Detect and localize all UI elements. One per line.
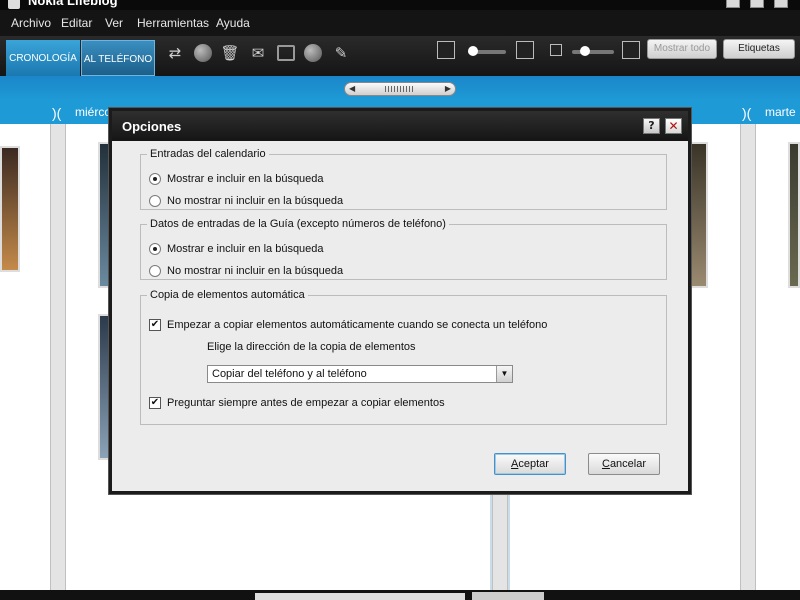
cancel-mnemonic: C xyxy=(601,458,610,470)
photo-thumbnail[interactable] xyxy=(688,142,708,288)
menu-bar: Archivo Editar Ver Herramientas Ayuda xyxy=(0,10,800,36)
mostrar-todo-button[interactable]: Mostrar todo xyxy=(647,39,717,59)
dialog-title-bar: Opciones ? ✕ xyxy=(112,111,688,141)
toolbar: CRONOLOGÍA AL TELÉFONO ⇄ 🗑 ✉ ✎ Mostrar t… xyxy=(0,36,800,76)
status-bar xyxy=(0,590,800,600)
group-auto-copy: Copia de elementos automática ✔ Empezar … xyxy=(140,289,667,425)
calendar-hide-option[interactable]: No mostrar ni incluir en la búsqueda xyxy=(149,195,343,207)
window-title: Nokia Lifeblog xyxy=(28,0,118,8)
direction-select[interactable]: Copiar del teléfono y al teléfono ▼ xyxy=(207,365,513,383)
grid-view-icon[interactable] xyxy=(437,41,455,59)
ask-before-option[interactable]: ✔ Preguntar siempre antes de empezar a c… xyxy=(149,397,445,409)
menu-editar[interactable]: Editar xyxy=(61,16,92,30)
menu-herramientas[interactable]: Herramientas xyxy=(137,16,209,30)
group-auto-copy-legend: Copia de elementos automática xyxy=(150,289,305,301)
scroll-left-icon[interactable]: ◀ xyxy=(349,84,355,93)
expand-day-icon[interactable]: )( xyxy=(52,105,61,121)
accept-button[interactable]: Aceptar xyxy=(494,453,566,475)
trash-icon[interactable]: 🗑 xyxy=(219,42,241,64)
dialog-title: Opciones xyxy=(122,119,182,134)
menu-archivo[interactable]: Archivo xyxy=(11,16,51,30)
scrubber-grip[interactable] xyxy=(385,86,415,92)
group-calendar: Entradas del calendario Mostrar e inclui… xyxy=(140,148,667,210)
slider-knob[interactable] xyxy=(468,46,478,56)
auto-copy-checkbox[interactable]: ✔ xyxy=(149,319,161,331)
maximize-button[interactable] xyxy=(750,0,764,8)
print-icon[interactable] xyxy=(275,42,297,64)
direction-select-value: Copiar del teléfono y al teléfono xyxy=(212,368,367,380)
mail-icon[interactable]: ✉ xyxy=(247,42,269,64)
calendar-show-option[interactable]: Mostrar e incluir en la búsqueda xyxy=(149,173,324,185)
close-dialog-button[interactable]: ✕ xyxy=(665,118,682,134)
scroll-right-icon[interactable]: ▶ xyxy=(445,84,451,93)
blog-disc-icon[interactable] xyxy=(192,42,214,64)
group-guide-legend: Datos de entradas de la Guía (excepto nú… xyxy=(150,218,446,230)
guide-show-option[interactable]: Mostrar e incluir en la búsqueda xyxy=(149,243,324,255)
expand-day-icon[interactable]: )( xyxy=(742,105,751,121)
ask-before-label: Preguntar siempre antes de empezar a cop… xyxy=(167,397,445,409)
help-button[interactable]: ? xyxy=(643,118,660,134)
slider-knob[interactable] xyxy=(580,46,590,56)
timeline-scrubber[interactable]: ◀ ▶ xyxy=(344,82,456,96)
lifeblog-window: Nokia Lifeblog Archivo Editar Ver Herram… xyxy=(0,0,800,600)
column-divider xyxy=(740,124,756,590)
expand-view-icon[interactable] xyxy=(516,41,534,59)
day-label-right: marte xyxy=(765,105,796,119)
radio-unselected[interactable] xyxy=(149,195,161,207)
search-box[interactable] xyxy=(255,593,465,600)
close-window-button[interactable] xyxy=(774,0,788,8)
etiquetas-button[interactable]: Etiquetas xyxy=(723,39,795,59)
radio-unselected[interactable] xyxy=(149,265,161,277)
radio-selected[interactable] xyxy=(149,243,161,255)
photo-thumbnail[interactable] xyxy=(788,142,800,288)
minimize-button[interactable] xyxy=(726,0,740,8)
calendar-hide-label: No mostrar ni incluir en la búsqueda xyxy=(167,195,344,207)
grid-size-slider[interactable] xyxy=(468,46,506,56)
accept-label: ceptar xyxy=(518,458,549,470)
ask-before-checkbox[interactable]: ✔ xyxy=(149,397,161,409)
cancel-label: ancelar xyxy=(609,458,647,470)
globe-icon[interactable] xyxy=(302,42,324,64)
guide-hide-option[interactable]: No mostrar ni incluir en la búsqueda xyxy=(149,265,343,277)
auto-copy-option[interactable]: ✔ Empezar a copiar elementos automáticam… xyxy=(149,319,547,331)
small-image-icon[interactable] xyxy=(550,44,562,56)
options-dialog: Opciones ? ✕ Entradas del calendario Mos… xyxy=(109,108,691,494)
tab-cronologia[interactable]: CRONOLOGÍA xyxy=(6,40,80,76)
sync-arrows-icon[interactable]: ⇄ xyxy=(164,42,186,64)
photo-thumbnail[interactable] xyxy=(0,146,20,272)
guide-show-label: Mostrar e incluir en la búsqueda xyxy=(167,243,324,255)
calendar-show-label: Mostrar e incluir en la búsqueda xyxy=(167,173,324,185)
search-button[interactable] xyxy=(472,592,544,600)
tab-al-telefono[interactable]: AL TELÉFONO xyxy=(81,40,155,76)
large-image-icon[interactable] xyxy=(622,41,640,59)
column-divider xyxy=(50,124,66,590)
app-icon xyxy=(8,0,20,9)
direction-label: Elige la dirección de la copia de elemen… xyxy=(207,341,416,353)
timeline-strip: ◀ ▶ xyxy=(0,76,800,100)
auto-copy-label: Empezar a copiar elementos automáticamen… xyxy=(167,319,548,331)
radio-selected[interactable] xyxy=(149,173,161,185)
zoom-slider[interactable] xyxy=(572,46,614,56)
menu-ayuda[interactable]: Ayuda xyxy=(216,16,250,30)
title-bar: Nokia Lifeblog xyxy=(0,0,800,10)
group-guide: Datos de entradas de la Guía (excepto nú… xyxy=(140,218,667,280)
group-calendar-legend: Entradas del calendario xyxy=(150,148,266,160)
chevron-down-icon[interactable]: ▼ xyxy=(496,366,512,382)
cancel-button[interactable]: Cancelar xyxy=(588,453,660,475)
guide-hide-label: No mostrar ni incluir en la búsqueda xyxy=(167,265,344,277)
menu-ver[interactable]: Ver xyxy=(105,16,123,30)
edit-note-icon[interactable]: ✎ xyxy=(330,42,352,64)
